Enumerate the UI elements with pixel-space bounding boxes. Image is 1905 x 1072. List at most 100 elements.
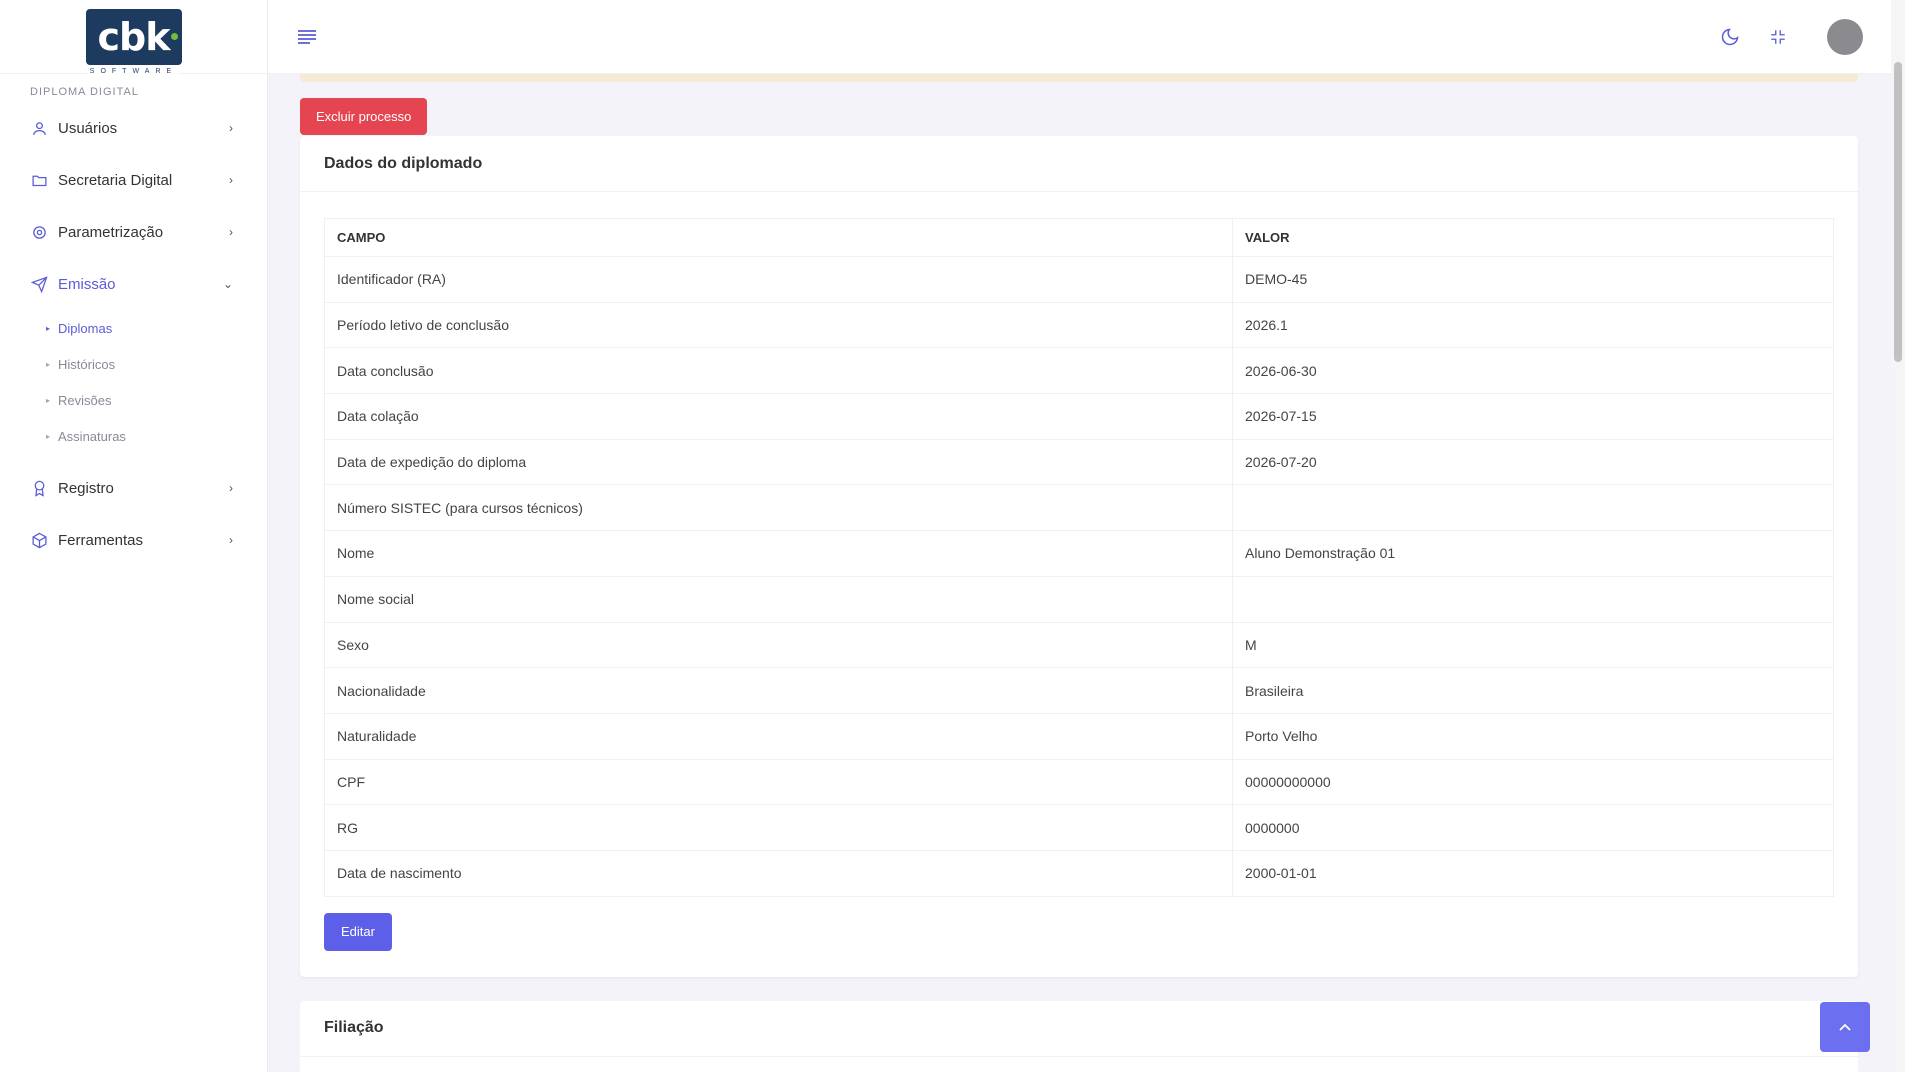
sidebar-item-emissao[interactable]: Emissão ⌄	[0, 258, 267, 310]
value-cell: 00000000000	[1232, 758, 1834, 806]
table-row: Nacionalidade Brasileira	[324, 667, 1834, 714]
sidebar-item-label: Usuários	[58, 119, 118, 137]
field-cell: Data conclusão	[324, 347, 1233, 395]
sidebar-subitem-assinaturas[interactable]: ▸ Assinaturas	[0, 418, 267, 454]
bullet-icon: ▸	[46, 431, 51, 441]
field-cell: Data de expedição do diploma	[324, 438, 1233, 486]
card-title: Filiação	[324, 1019, 384, 1037]
moon-icon[interactable]	[1717, 24, 1743, 50]
sidebar-menu: Usuários › Secretaria Digital › Parametr…	[0, 102, 267, 566]
field-cell: Nome social	[324, 575, 1233, 623]
edit-button[interactable]: Editar	[324, 912, 392, 951]
card-header: Dados do diplomado	[300, 136, 1858, 192]
topbar	[268, 0, 1891, 74]
value-cell	[1232, 484, 1834, 532]
table-row: Identificador (RA) DEMO-45	[324, 256, 1834, 303]
table-row: Data de nascimento 2000-01-01	[324, 849, 1834, 897]
bullet-icon: ▸	[46, 323, 51, 333]
value-cell: Aluno Demonstração 01	[1232, 530, 1834, 577]
subitem-label: Revisões	[58, 392, 112, 408]
main-content: Excluir processo Dados do diplomado CAMP…	[300, 74, 1858, 1072]
sidebar-item-secretaria[interactable]: Secretaria Digital ›	[0, 154, 267, 206]
chevron-down-icon: ⌄	[222, 277, 233, 291]
field-cell: Período letivo de conclusão	[324, 301, 1233, 349]
field-cell: Naturalidade	[324, 712, 1233, 760]
menu-section-title: DIPLOMA DIGITAL	[30, 86, 139, 98]
scrollbar[interactable]	[1891, 0, 1905, 1072]
table-row: Período letivo de conclusão 2026.1	[324, 301, 1834, 349]
send-icon	[30, 275, 48, 293]
field-cell: Sexo	[324, 621, 1233, 669]
subitem-label: Diplomas	[58, 320, 113, 336]
sidebar-item-label: Parametrização	[58, 223, 164, 241]
logo-area: cbk SOFTWARE	[0, 0, 267, 75]
chevron-up-icon	[1839, 1023, 1851, 1031]
field-cell: Data colação	[324, 393, 1233, 440]
column-header-value: VALOR	[1232, 218, 1834, 257]
value-cell	[1232, 575, 1834, 623]
logo-dot	[170, 32, 178, 40]
sidebar-subitem-diplomas[interactable]: ▸ Diplomas	[0, 310, 267, 346]
scrollbar-thumb[interactable]	[1894, 62, 1902, 362]
value-cell: 2026-07-20	[1232, 438, 1834, 486]
logo-subtext: SOFTWARE	[87, 67, 180, 75]
filiacao-card: Filiação	[300, 1000, 1858, 1072]
sidebar-item-registro[interactable]: Registro ›	[0, 462, 267, 514]
sidebar-item-ferramentas[interactable]: Ferramentas ›	[0, 514, 267, 566]
folder-icon	[30, 171, 48, 189]
field-cell: RG	[324, 804, 1233, 851]
field-cell: Número SISTEC (para cursos técnicos)	[324, 484, 1233, 532]
subitem-label: Assinaturas	[58, 428, 126, 444]
chevron-right-icon: ›	[229, 173, 233, 187]
field-cell: Nacionalidade	[324, 667, 1233, 714]
value-cell: Brasileira	[1232, 667, 1834, 714]
avatar[interactable]	[1827, 18, 1863, 55]
topbar-actions	[1717, 18, 1863, 55]
card-title: Dados do diplomado	[324, 154, 483, 172]
table-row: Data conclusão 2026-06-30	[324, 347, 1834, 395]
award-icon	[30, 479, 48, 497]
chevron-right-icon: ›	[229, 481, 233, 495]
box-icon	[30, 531, 48, 549]
value-cell: 2026-06-30	[1232, 347, 1834, 395]
chevron-right-icon: ›	[229, 121, 233, 135]
diplomado-table: CAMPO VALOR Identificador (RA) DEMO-45 Pe…	[324, 218, 1834, 897]
table-row: Número SISTEC (para cursos técnicos)	[324, 484, 1834, 532]
table-row: CPF 00000000000	[324, 758, 1834, 806]
diplomado-card: Dados do diplomado CAMPO VALOR Identific…	[300, 136, 1858, 977]
table-body: Identificador (RA) DEMO-45 Período letivo…	[324, 256, 1834, 897]
table-row: RG 0000000	[324, 804, 1834, 851]
table-header-row: CAMPO VALOR	[324, 218, 1834, 257]
sidebar-item-parametrizacao[interactable]: Parametrização ›	[0, 206, 267, 258]
table-row: Naturalidade Porto Velho	[324, 712, 1834, 760]
field-cell: CPF	[324, 758, 1233, 806]
field-cell: Data de nascimento	[324, 849, 1233, 897]
sidebar-subitem-revisoes[interactable]: ▸ Revisões	[0, 382, 267, 418]
card-header: Filiação	[300, 1001, 1858, 1057]
sidebar-item-usuarios[interactable]: Usuários ›	[0, 102, 267, 154]
bullet-icon: ▸	[46, 395, 51, 405]
card-body: CAMPO VALOR Identificador (RA) DEMO-45 Pe…	[300, 192, 1858, 977]
value-cell: Porto Velho	[1232, 712, 1834, 760]
emissao-submenu: ▸ Diplomas ▸ Históricos ▸ Revisões ▸ Assinat…	[0, 310, 267, 462]
value-cell: 2000-01-01	[1232, 849, 1834, 897]
logo-text: cbk	[97, 14, 171, 59]
table-row: Data colação 2026-07-15	[324, 393, 1834, 440]
sidebar-item-label: Emissão	[58, 275, 116, 293]
subitem-label: Históricos	[58, 356, 116, 372]
sidebar-item-label: Secretaria Digital	[58, 171, 173, 189]
sidebar-item-label: Ferramentas	[58, 531, 144, 549]
value-cell: 2026-07-15	[1232, 393, 1834, 440]
menu-icon[interactable]	[294, 24, 320, 50]
delete-process-button[interactable]: Excluir processo	[300, 98, 428, 135]
gear-icon	[30, 223, 48, 241]
sidebar-item-label: Registro	[58, 479, 114, 497]
sidebar-subitem-historicos[interactable]: ▸ Históricos	[0, 346, 267, 382]
sidebar: cbk SOFTWARE DIPLOMA DIGITAL Usuários › …	[0, 0, 268, 1072]
minimize-icon[interactable]	[1765, 24, 1791, 50]
column-header-field: CAMPO	[324, 218, 1233, 257]
table-row: Data de expedição do diploma 2026-07-20	[324, 438, 1834, 486]
scroll-to-top-button[interactable]	[1820, 1002, 1870, 1052]
value-cell: DEMO-45	[1232, 256, 1834, 303]
logo[interactable]: cbk SOFTWARE	[85, 8, 182, 75]
